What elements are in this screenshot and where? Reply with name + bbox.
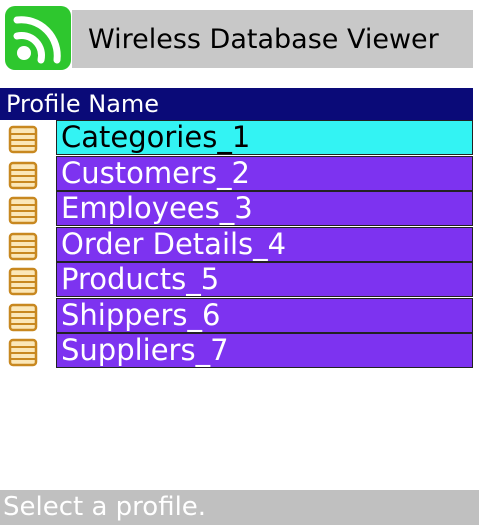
list-item[interactable]: Categories_1 (0, 120, 479, 156)
database-icon (6, 265, 48, 297)
database-icon (6, 159, 48, 191)
database-icon (6, 336, 48, 368)
list-item-label: Suppliers_7 (56, 333, 473, 368)
list-item-label: Shippers_6 (56, 297, 473, 333)
database-icon (6, 194, 48, 226)
list-item[interactable]: Suppliers_7 (0, 333, 479, 369)
list-item-label: Order Details_4 (56, 226, 473, 262)
list-item[interactable]: Order Details_4 (0, 226, 479, 263)
list-item-label: Categories_1 (56, 120, 473, 155)
list-item[interactable]: Products_5 (0, 262, 479, 298)
app-title: Wireless Database Viewer (72, 10, 473, 68)
database-icon (6, 301, 48, 333)
list-item-label: Customers_2 (56, 155, 473, 191)
app-header: Wireless Database Viewer (0, 0, 479, 78)
list-item-label: Products_5 (56, 262, 473, 297)
database-icon (6, 123, 48, 155)
list-item[interactable]: Employees_3 (0, 191, 479, 227)
database-icon (6, 230, 48, 262)
profile-list: Categories_1 Customers_2 Employees_3 Ord… (0, 120, 479, 369)
status-bar: Select a profile. (0, 490, 479, 525)
list-item[interactable]: Customers_2 (0, 155, 479, 192)
list-item-label: Employees_3 (56, 191, 473, 226)
list-item[interactable]: Shippers_6 (0, 297, 479, 334)
column-header-profile-name: Profile Name (0, 88, 473, 120)
wireless-signal-icon (5, 6, 71, 70)
